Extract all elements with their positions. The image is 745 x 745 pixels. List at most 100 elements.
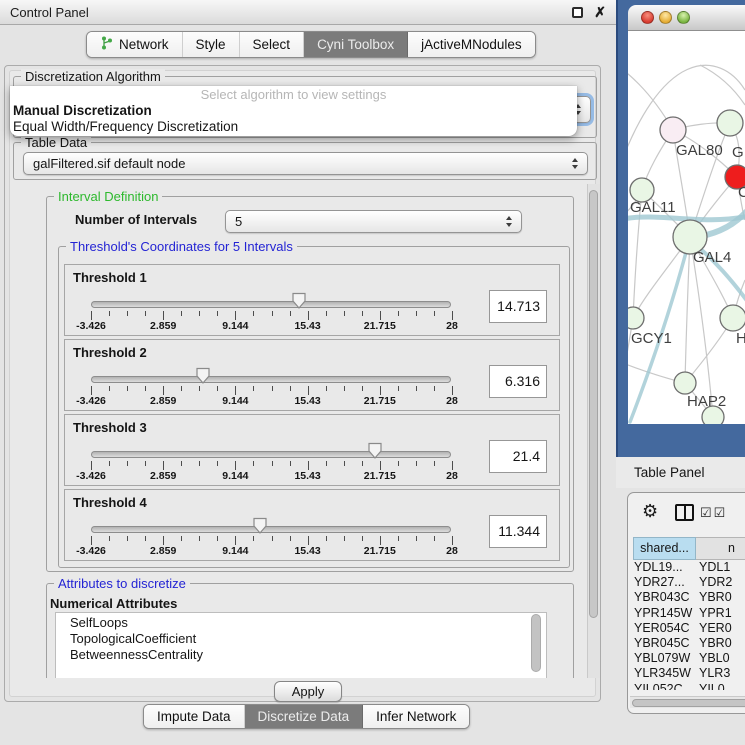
tab-network[interactable]: Network [87, 32, 183, 57]
threshold-value-field[interactable]: 6.316 [489, 365, 547, 398]
float-icon[interactable] [572, 7, 583, 18]
network-node-g[interactable] [717, 110, 743, 136]
application-window: Control Panel ✗ NetworkStyleSelectCyni T… [0, 0, 745, 745]
tab-cyni-toolbox[interactable]: Cyni Toolbox [304, 32, 408, 57]
slider-tick-labels: -3.4262.8599.14415.4321.71528 [91, 395, 452, 407]
tab-label: jActiveMNodules [421, 37, 522, 52]
cell-name: YDR2 [695, 575, 732, 590]
tab-select[interactable]: Select [240, 32, 305, 57]
table-row[interactable]: YER054CYER0 [633, 621, 745, 636]
slider-thumb[interactable] [291, 292, 307, 309]
tab-label: Impute Data [157, 709, 231, 724]
cell-name: YER0 [695, 621, 732, 636]
minimize-button[interactable] [659, 11, 672, 24]
slider-track[interactable] [91, 301, 451, 308]
zoom-button[interactable] [677, 11, 690, 24]
tab-jactivemnodules[interactable]: jActiveMNodules [408, 32, 535, 57]
cell-shared-name: YPR145W [633, 606, 695, 621]
cell-shared-name: YDL19... [633, 560, 695, 575]
popup-placeholder: Select algorithm to view settings [10, 86, 577, 103]
column-header-shared-name[interactable]: shared... [633, 537, 696, 560]
attribute-item[interactable]: BetweennessCentrality [70, 647, 546, 663]
numerical-attributes-list[interactable]: SelfLoopsTopologicalCoefficientBetweenne… [55, 612, 547, 678]
table-data-combobox[interactable]: galFiltered.sif default node [23, 152, 588, 175]
network-window-titlebar[interactable] [628, 5, 745, 31]
table-row[interactable]: YBL079WYBL0 [633, 651, 745, 666]
close-icon[interactable]: ✗ [594, 4, 606, 21]
slider-tick-labels: -3.4262.8599.14415.4321.71528 [91, 545, 452, 557]
slider-ticks [91, 536, 452, 545]
cyni-mode-tabs: Impute Data Discretize Data Infer Network [143, 704, 470, 729]
tab-label: Discretize Data [258, 709, 350, 724]
table-row[interactable]: YBR045CYBR0 [633, 636, 745, 651]
table-row[interactable]: YDL19...YDL1 [633, 560, 745, 575]
algorithm-popup: Select algorithm to view settings Manual… [10, 86, 577, 136]
attribute-item[interactable]: TopologicalCoefficient [70, 631, 546, 647]
slider-thumb[interactable] [252, 517, 268, 534]
table-row[interactable]: YDR27...YDR2 [633, 575, 745, 590]
network-node-hap2[interactable] [674, 372, 696, 394]
tab-infer-network[interactable]: Infer Network [363, 705, 469, 728]
threshold-sliders: Threshold 1-3.4262.8599.14415.4321.71528… [64, 264, 560, 564]
network-node-gcy1[interactable] [628, 307, 644, 329]
control-panel-tabs: Network Style Select Cyni Toolbox jActiveMNo… [86, 31, 536, 58]
column-header-name[interactable]: n [696, 537, 745, 560]
slider-thumb[interactable] [367, 442, 383, 459]
table-row[interactable]: YBR043CYBR0 [633, 590, 745, 605]
tab-label: Style [196, 37, 226, 52]
cell-shared-name: YIL052C [633, 682, 695, 691]
threshold-value-field[interactable]: 11.344 [489, 515, 547, 548]
threshold-value-field[interactable]: 14.713 [489, 290, 547, 323]
select-columns-icon[interactable]: ☑☑ [700, 505, 727, 521]
table-row[interactable]: YIL052CYIL0 [633, 682, 745, 691]
network-edge [700, 65, 745, 105]
slider-track[interactable] [91, 526, 451, 533]
tab-discretize-data[interactable]: Discretize Data [245, 705, 364, 728]
tab-impute-data[interactable]: Impute Data [144, 705, 245, 728]
table-hscrollbar-track[interactable] [630, 696, 745, 708]
network-node-label: G [732, 144, 744, 161]
group-title: Discretization Algorithm [21, 69, 165, 84]
table-data-group: Table Data galFiltered.sif default node [13, 142, 597, 180]
network-node-h[interactable] [720, 305, 745, 331]
network-node-label: H [736, 330, 745, 347]
slider-tick-labels: -3.4262.8599.14415.4321.71528 [91, 320, 452, 332]
attributes-list-scrollbar[interactable] [531, 614, 541, 672]
threshold-value-field[interactable]: 21.4 [489, 440, 547, 473]
slider-track[interactable] [91, 376, 451, 383]
table-row[interactable]: YLR345WYLR3 [633, 666, 745, 681]
network-node[interactable] [702, 406, 724, 424]
slider-thumb[interactable] [195, 367, 211, 384]
cell-name: YDL1 [695, 560, 730, 575]
algorithm-option-equal-width-frequency-discretization[interactable]: Equal Width/Frequency Discretization [10, 119, 577, 135]
group-title: Attributes to discretize [54, 576, 190, 591]
network-node-label: GCY1 [631, 330, 672, 347]
slider-track[interactable] [91, 451, 451, 458]
stepper-icon [506, 216, 512, 227]
threshold-panel: Threshold 3-3.4262.8599.14415.4321.71528… [64, 414, 560, 486]
table-row[interactable]: YPR145WYPR1 [633, 606, 745, 621]
algorithm-option-manual-discretization[interactable]: Manual Discretization [10, 103, 577, 119]
gear-icon[interactable]: ⚙ [642, 501, 658, 522]
table-rows: YDL19...YDL1YDR27...YDR2YBR043CYBR0YPR14… [633, 560, 745, 690]
cell-shared-name: YBR043C [633, 590, 695, 605]
attribute-item[interactable]: SelfLoops [70, 615, 546, 631]
apply-button[interactable]: Apply [274, 681, 342, 702]
close-button[interactable] [641, 11, 654, 24]
network-icon [100, 36, 113, 53]
network-node-gal80[interactable] [660, 117, 686, 143]
network-node-label: C [738, 184, 745, 201]
tab-label: Select [253, 37, 291, 52]
number-of-intervals-combobox[interactable]: 5 [225, 210, 522, 233]
network-node-label: GAL80 [676, 142, 723, 159]
cell-name: YIL0 [695, 682, 725, 691]
settings-scrollbar-thumb[interactable] [589, 190, 598, 618]
split-columns-icon[interactable] [675, 504, 694, 521]
cell-shared-name: YBR045C [633, 636, 695, 651]
network-view[interactable]: GAL80GCGAL11GAL4GCY1HHAP2 [628, 31, 745, 424]
cell-shared-name: YLR345W [633, 666, 695, 681]
table-hscrollbar-thumb[interactable] [632, 699, 745, 707]
tab-style[interactable]: Style [183, 32, 240, 57]
table-panel-title: Table Panel [634, 465, 705, 480]
popup-options: Manual DiscretizationEqual Width/Frequen… [10, 103, 577, 135]
